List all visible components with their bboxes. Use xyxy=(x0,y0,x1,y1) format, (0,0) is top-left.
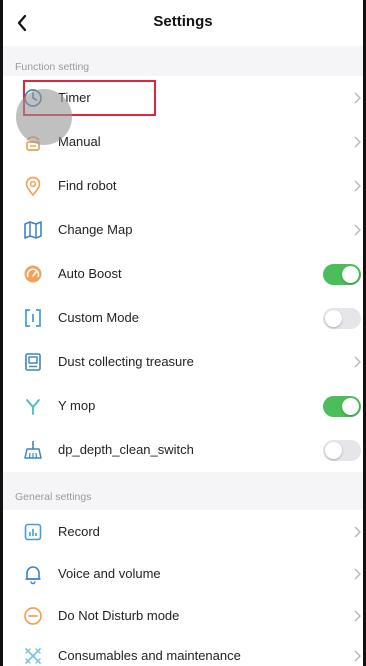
setting-label: Timer xyxy=(58,90,91,105)
setting-row-depth-clean: dp_depth_clean_switch xyxy=(3,428,363,472)
chevron-right-icon xyxy=(351,607,363,625)
chevron-right-icon xyxy=(351,565,363,583)
location-pin-icon xyxy=(22,175,44,197)
setting-row-do-not-disturb[interactable]: Do Not Disturb mode xyxy=(3,594,363,638)
setting-row-consumables[interactable]: Consumables and maintenance xyxy=(3,634,363,666)
y-mop-toggle[interactable] xyxy=(323,396,361,417)
y-mop-icon xyxy=(22,395,44,417)
setting-row-auto-boost: Auto Boost xyxy=(3,252,363,296)
setting-label: Consumables and maintenance xyxy=(58,648,241,663)
setting-row-find-robot[interactable]: Find robot xyxy=(3,164,363,208)
general-settings-group: Record Voice and volume Do Not Disturb m… xyxy=(3,510,363,666)
record-icon xyxy=(22,521,44,543)
setting-label: Auto Boost xyxy=(58,266,122,281)
gauge-icon xyxy=(22,263,44,285)
custom-mode-icon xyxy=(22,307,44,329)
do-not-disturb-icon xyxy=(22,605,44,627)
chevron-right-icon xyxy=(351,221,363,239)
toggle-knob xyxy=(325,310,342,327)
setting-row-dust-collecting[interactable]: Dust collecting treasure xyxy=(3,340,363,384)
custom-mode-toggle[interactable] xyxy=(323,308,361,329)
clock-icon xyxy=(22,87,44,109)
setting-label: Manual xyxy=(58,134,101,149)
setting-row-custom-mode: Custom Mode xyxy=(3,296,363,340)
auto-boost-toggle[interactable] xyxy=(323,264,361,285)
setting-label: Find robot xyxy=(58,178,117,193)
chevron-right-icon xyxy=(351,177,363,195)
setting-label: Custom Mode xyxy=(58,310,139,325)
setting-label: Record xyxy=(58,524,100,539)
setting-row-change-map[interactable]: Change Map xyxy=(3,208,363,252)
map-icon xyxy=(22,219,44,241)
section-title-function: Function setting xyxy=(15,61,90,73)
setting-row-record[interactable]: Record xyxy=(3,510,363,554)
setting-label: Change Map xyxy=(58,222,133,237)
page-title: Settings xyxy=(153,13,213,30)
depth-clean-toggle[interactable] xyxy=(323,440,361,461)
settings-screen: Settings Function setting Timer Manual F… xyxy=(3,0,363,666)
chevron-right-icon xyxy=(351,89,363,107)
chevron-right-icon xyxy=(351,353,363,371)
bell-icon xyxy=(22,563,44,585)
broom-icon xyxy=(22,439,44,461)
nav-header: Settings xyxy=(3,0,363,46)
setting-row-y-mop: Y mop xyxy=(3,384,363,428)
setting-label: Do Not Disturb mode xyxy=(58,608,180,623)
setting-label: Y mop xyxy=(58,398,96,413)
setting-label: Voice and volume xyxy=(58,566,161,581)
setting-row-manual[interactable]: Manual xyxy=(3,120,363,164)
chevron-right-icon xyxy=(351,523,363,541)
manual-icon xyxy=(22,131,44,153)
toggle-knob xyxy=(342,266,359,283)
chevron-right-icon xyxy=(351,647,363,665)
toggle-knob xyxy=(325,442,342,459)
chevron-right-icon xyxy=(351,133,363,151)
toggle-knob xyxy=(342,398,359,415)
setting-row-timer[interactable]: Timer xyxy=(3,76,363,120)
function-settings-group: Timer Manual Find robot Change Map Auto … xyxy=(3,76,363,472)
section-title-general: General settings xyxy=(15,491,92,503)
dust-station-icon xyxy=(22,351,44,373)
setting-label: Dust collecting treasure xyxy=(58,354,194,369)
setting-row-voice-volume[interactable]: Voice and volume xyxy=(3,552,363,596)
consumables-icon xyxy=(22,645,44,666)
setting-label: dp_depth_clean_switch xyxy=(58,442,194,457)
